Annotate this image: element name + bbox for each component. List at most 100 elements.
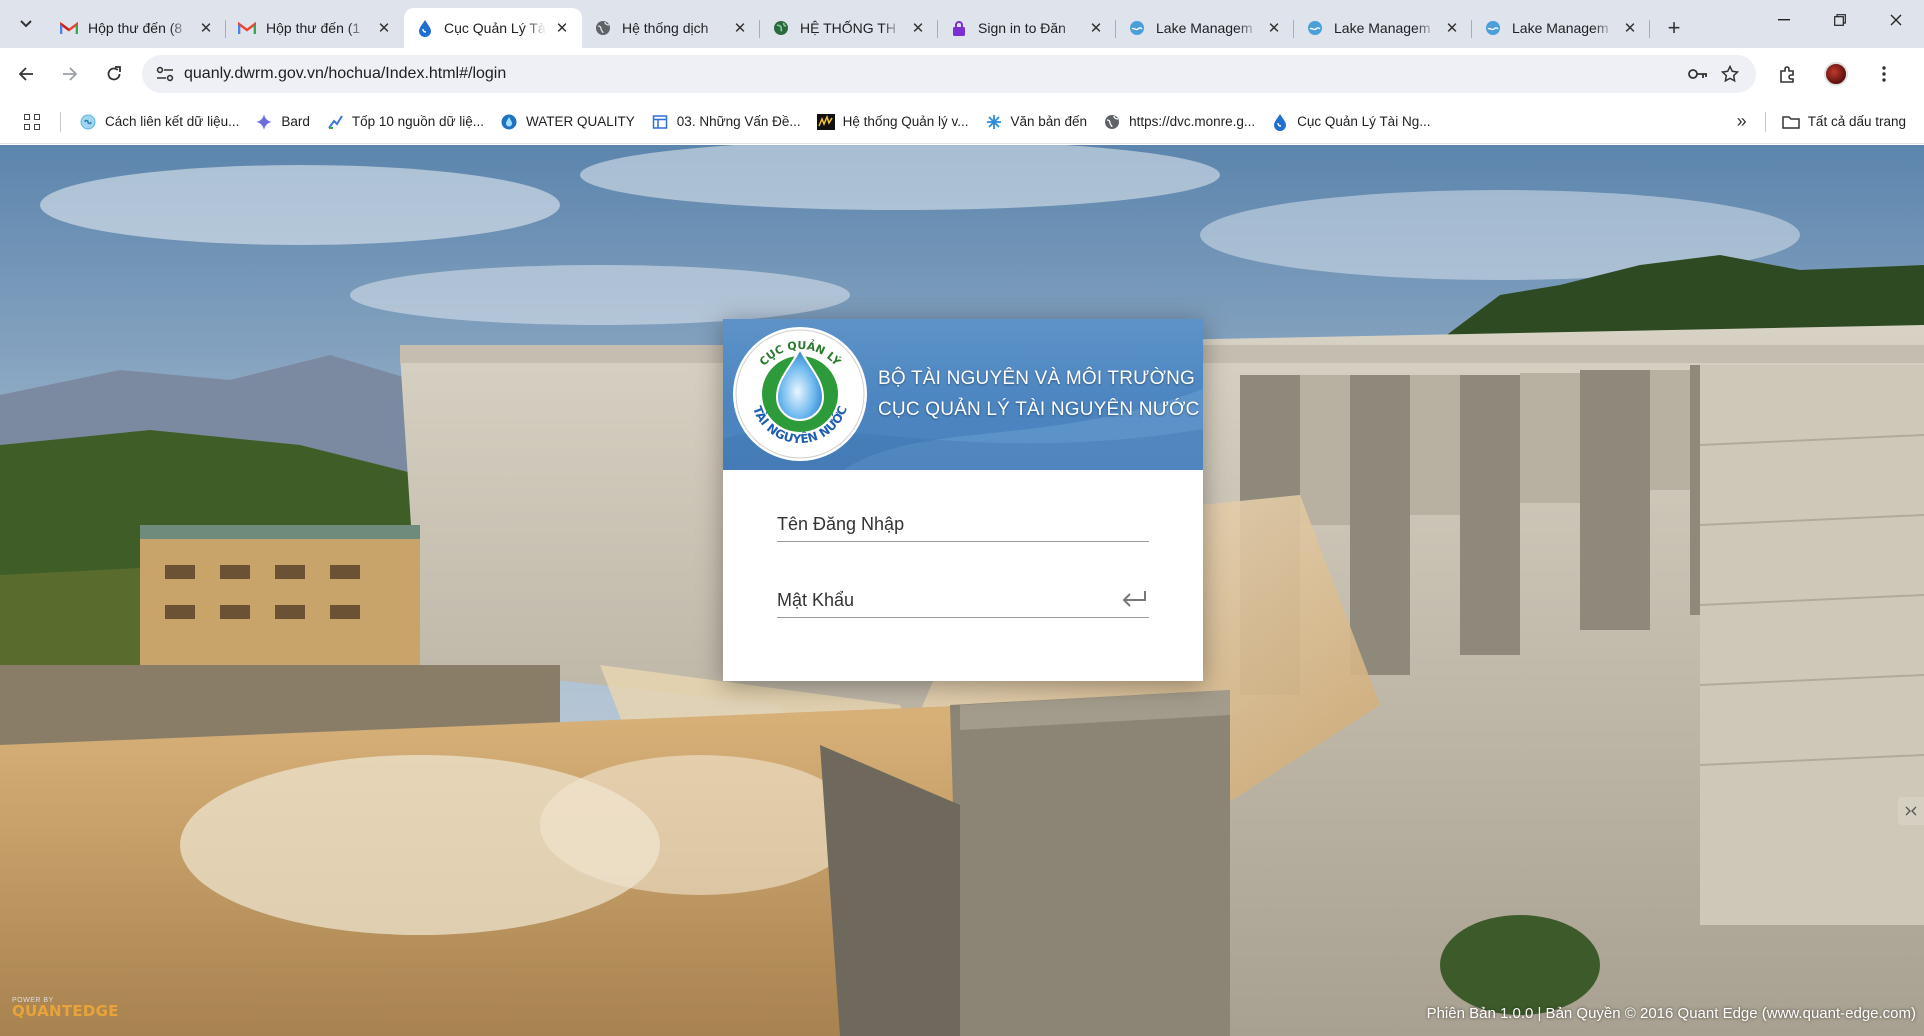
minimize-icon [1778, 19, 1790, 21]
arrow-right-icon [63, 67, 78, 81]
tab-sign-in[interactable]: Sign in to Đăn ✕ [938, 8, 1116, 48]
close-icon[interactable]: ✕ [1086, 18, 1106, 38]
enter-submit-icon[interactable] [1121, 589, 1147, 609]
close-icon[interactable]: ✕ [552, 18, 572, 38]
page-content: CỤC QUẢN LÝ TÀI NGUYÊN NƯỚC BỘ TÀI NGUYÊ… [0, 145, 1924, 1036]
powered-by-logo: POWER BY QUANTEDGE [12, 997, 119, 1020]
close-window-button[interactable] [1868, 0, 1924, 40]
minimize-button[interactable] [1756, 0, 1812, 40]
restore-button[interactable] [1812, 0, 1868, 40]
dwrm-logo: CỤC QUẢN LÝ TÀI NGUYÊN NƯỚC [733, 327, 867, 461]
tab-lake-3[interactable]: Lake Managem ✕ [1472, 8, 1650, 48]
all-bookmarks-label: Tất cả dấu trang [1807, 114, 1906, 129]
tab-lake-1[interactable]: Lake Managem ✕ [1116, 8, 1294, 48]
forward-button[interactable] [52, 56, 88, 92]
earth-icon [772, 19, 790, 37]
login-card: CỤC QUẢN LÝ TÀI NGUYÊN NƯỚC BỘ TÀI NGUYÊ… [723, 319, 1203, 681]
close-icon[interactable]: ✕ [908, 18, 928, 38]
bookmark-label: Cục Quản Lý Tài Ng... [1297, 114, 1431, 129]
password-input[interactable] [777, 590, 1149, 611]
drop-icon [416, 19, 434, 37]
bookmark-label: Văn bản đến [1010, 114, 1088, 129]
extensions-icon[interactable] [1770, 56, 1806, 92]
drop-icon [500, 113, 518, 131]
tab-title: Sign in to Đăn [978, 20, 1066, 36]
bookmark-label: Cách liên kết dữ liệu... [105, 114, 240, 129]
bookmarks-bar: Cách liên kết dữ liệu... Bard Tốp 10 ngu… [0, 100, 1924, 144]
reload-icon [107, 66, 121, 81]
version-copyright: Phiên Bản 1.0.0 | Bản Quyền © 2016 Quant… [1426, 1005, 1916, 1022]
tab-title: Lake Managem [1512, 20, 1609, 36]
bookmark-label: Tốp 10 nguồn dữ liệ... [351, 114, 485, 129]
address-bar[interactable]: quanly.dwrm.gov.vn/hochua/Index.html#/lo… [142, 55, 1756, 93]
tab-title: Cục Quản Lý Tà [444, 20, 546, 36]
reload-button[interactable] [96, 56, 132, 92]
more-bookmarks-button[interactable]: » [1727, 111, 1757, 132]
avatar [1824, 62, 1848, 86]
bookmark-item[interactable]: Văn bản đến [977, 108, 1096, 136]
ministry-name: BỘ TÀI NGUYÊN VÀ MÔI TRƯỜNG [878, 368, 1195, 389]
brand-name: QUANTEDGE [12, 1002, 119, 1020]
close-icon[interactable]: ✕ [1264, 18, 1284, 38]
all-bookmarks-button[interactable]: Tất cả dấu trang [1774, 108, 1924, 136]
password-key-icon[interactable] [1682, 58, 1714, 90]
tab-title: Lake Managem [1334, 20, 1431, 36]
close-icon[interactable]: ✕ [1442, 18, 1462, 38]
tab-he-thong-dich[interactable]: Hệ thống dịch ✕ [582, 8, 760, 48]
bookmark-item[interactable]: 03. Những Vấn Đề... [643, 108, 809, 136]
bookmark-label: WATER QUALITY [526, 114, 635, 129]
sparkle-icon [255, 113, 273, 131]
globe-icon [594, 19, 612, 37]
tab-gmail-1[interactable]: Hộp thư đến (8 ✕ [48, 8, 226, 48]
tab-title: Hộp thư đến (1 [266, 20, 361, 36]
bookmark-item[interactable]: Cách liên kết dữ liệu... [71, 108, 247, 136]
bookmark-item[interactable]: Tốp 10 nguồn dữ liệ... [318, 108, 492, 136]
restore-icon [1834, 14, 1846, 26]
tab-title: Lake Managem [1156, 20, 1253, 36]
kebab-menu-icon[interactable] [1866, 56, 1902, 92]
password-field[interactable] [777, 578, 1149, 618]
tab-gmail-2[interactable]: Hộp thư đến (1 ✕ [226, 8, 404, 48]
new-tab-button[interactable]: + [1658, 12, 1690, 44]
link-icon [79, 113, 97, 131]
globe-icon [1103, 113, 1121, 131]
department-name: CỤC QUẢN LÝ TÀI NGUYÊN NƯỚC [878, 399, 1200, 420]
star-icon[interactable] [1714, 58, 1746, 90]
apps-grid-icon[interactable] [18, 108, 46, 136]
tab-dwrm-active[interactable]: Cục Quản Lý Tà ✕ [404, 8, 582, 48]
tab-strip: Hộp thư đến (8 ✕ Hộp thư đến (1 ✕ Cục Qu… [0, 0, 1924, 48]
close-icon[interactable]: ✕ [1620, 18, 1640, 38]
close-icon[interactable]: ✕ [374, 18, 394, 38]
expand-icon [1905, 806, 1917, 816]
bookmark-label: Hệ thống Quản lý v... [842, 114, 969, 129]
side-expand-handle[interactable] [1898, 797, 1924, 825]
tab-search-button[interactable] [8, 6, 44, 42]
close-icon[interactable]: ✕ [196, 18, 216, 38]
bookmark-item[interactable]: Bard [247, 108, 318, 136]
tab-lake-2[interactable]: Lake Managem ✕ [1294, 8, 1472, 48]
tab-title: Hộp thư đến (8 [88, 20, 183, 36]
tab-he-thong-th[interactable]: HỆ THỐNG TH ✕ [760, 8, 938, 48]
wave-icon [816, 113, 835, 131]
profile-avatar[interactable] [1818, 56, 1854, 92]
snowflake-icon [985, 113, 1003, 131]
bookmark-item[interactable]: Hệ thống Quản lý v... [809, 108, 977, 136]
username-input[interactable] [777, 514, 1149, 535]
bookmark-item[interactable]: WATER QUALITY [492, 108, 643, 136]
close-icon[interactable]: ✕ [730, 18, 750, 38]
browser-toolbar: quanly.dwrm.gov.vn/hochua/Index.html#/lo… [0, 48, 1924, 100]
lake-icon [1306, 19, 1324, 37]
site-info-icon[interactable] [152, 61, 178, 87]
username-field[interactable] [777, 502, 1149, 542]
lake-icon [1128, 19, 1146, 37]
tab-title: Hệ thống dịch [622, 20, 709, 36]
bookmark-item[interactable]: https://dvc.monre.g... [1095, 108, 1263, 136]
url-text[interactable]: quanly.dwrm.gov.vn/hochua/Index.html#/lo… [184, 65, 1682, 83]
lock-icon [950, 19, 968, 37]
chevron-down-icon [20, 20, 32, 28]
back-button[interactable] [8, 56, 44, 92]
calendar-icon [651, 113, 669, 131]
folder-icon [1781, 113, 1800, 131]
window-controls [1756, 0, 1924, 40]
bookmark-item[interactable]: Cục Quản Lý Tài Ng... [1263, 108, 1438, 136]
